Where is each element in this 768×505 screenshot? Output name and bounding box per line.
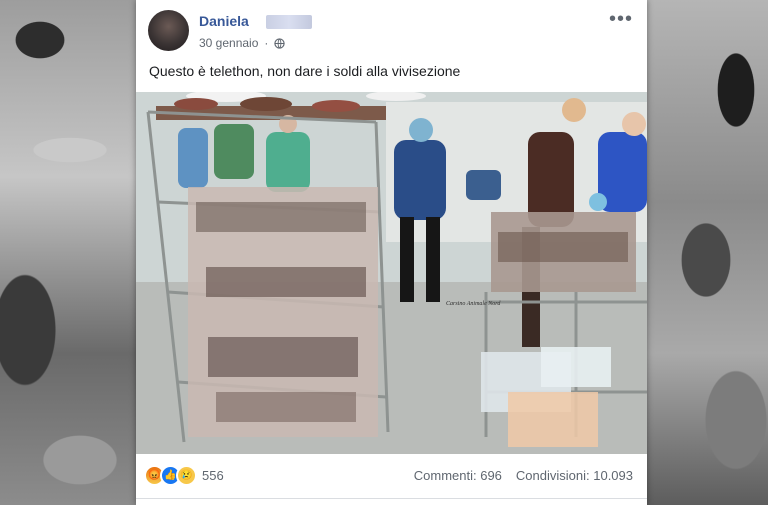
reactions-summary[interactable]: 😡 👍 😢 556	[144, 465, 224, 486]
avatar[interactable]	[148, 10, 189, 51]
globe-icon[interactable]	[274, 37, 286, 49]
more-options-icon[interactable]: •••	[609, 9, 633, 29]
post-meta: 30 gennaio ·	[199, 36, 286, 50]
post-photo[interactable]: Carsino Animale Nord	[136, 92, 647, 454]
facebook-post-card: Daniela 30 gennaio · ••• Questo è teleth…	[136, 0, 647, 505]
comments-count[interactable]: Commenti: 696	[414, 468, 502, 483]
engagement-stats: Commenti: 696 Condivisioni: 10.093	[414, 468, 633, 483]
sad-reaction-icon[interactable]: 😢	[176, 465, 197, 486]
author-name[interactable]: Daniela	[199, 13, 249, 29]
shares-count[interactable]: Condivisioni: 10.093	[516, 468, 633, 483]
reaction-count[interactable]: 556	[202, 468, 224, 483]
post-text: Questo è telethon, non dare i soldi alla…	[149, 63, 461, 79]
author-surname-redacted	[266, 15, 312, 29]
background-photo-left	[0, 0, 140, 505]
post-date[interactable]: 30 gennaio	[199, 36, 258, 50]
post-header: Daniela 30 gennaio · •••	[148, 9, 635, 54]
post-engagement-bar: 😡 👍 😢 556 Commenti: 696 Condivisioni: 10…	[136, 458, 647, 499]
background-photo-right	[646, 0, 768, 505]
sep: ·	[264, 36, 269, 50]
photo-watermark: Carsino Animale Nord	[446, 301, 501, 307]
